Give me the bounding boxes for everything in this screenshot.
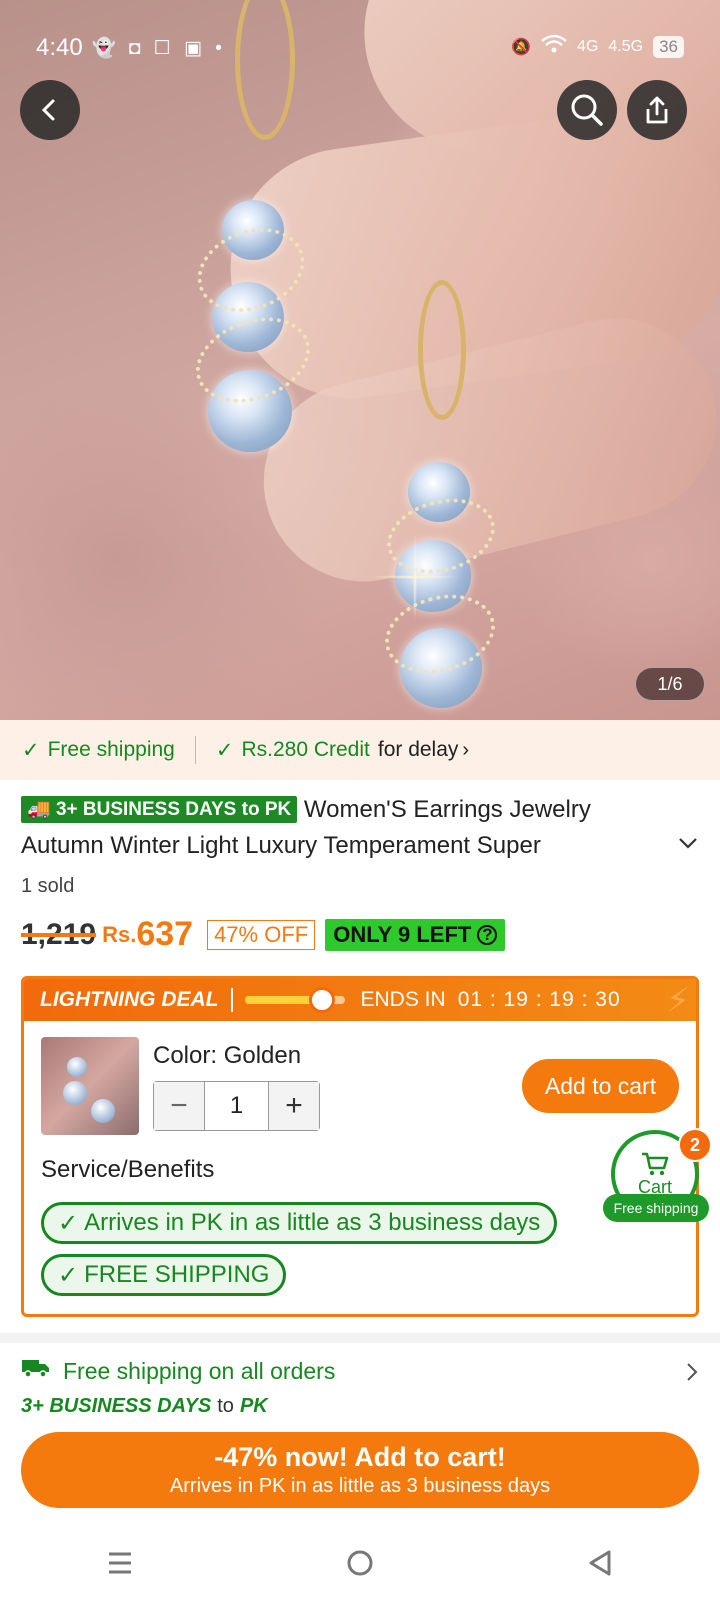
battery-icon: 36 <box>653 35 684 58</box>
status-bar: 4:40 👻 ◘ ☐ ▣ • 🔕 4G 4.5G 36 <box>0 0 720 90</box>
earring-hook <box>418 280 466 420</box>
signal-icon: 4G <box>577 37 599 55</box>
shipping-strip[interactable]: ✓ Free shipping ✓ Rs.280 Credit for dela… <box>0 720 720 780</box>
thumb-gem <box>91 1099 115 1123</box>
back-nav-icon[interactable] <box>587 1549 613 1582</box>
cart-icon <box>642 1152 669 1175</box>
section-divider <box>0 1333 720 1343</box>
chevron-right-icon[interactable] <box>686 1362 698 1387</box>
current-price: 637 <box>136 915 194 953</box>
search-icon <box>571 94 603 126</box>
free-shipping-label: Free shipping <box>47 738 175 761</box>
deal-header: LIGHTNING DEAL ENDS IN 01 : 19 : 19 : 30… <box>24 979 696 1021</box>
status-right: 🔕 4G 4.5G 36 <box>511 34 684 59</box>
countdown-timer: 01 : 19 : 19 : 30 <box>457 988 621 1011</box>
service-label: Service/Benefits <box>41 1156 215 1183</box>
status-time: 4:40 <box>36 34 83 61</box>
discount-badge: 47% OFF <box>207 919 316 950</box>
deal-progress-bar <box>244 987 345 1013</box>
deal-title: LIGHTNING DEAL <box>40 988 219 1011</box>
color-label: Color: Golden <box>153 1042 302 1069</box>
add-to-cart-button[interactable]: Add to cart <box>522 1059 679 1113</box>
recent-apps-icon[interactable] <box>107 1551 133 1580</box>
back-button[interactable] <box>20 80 80 140</box>
check-icon: ✓ <box>58 1209 79 1237</box>
share-icon <box>646 96 668 124</box>
increase-button[interactable]: + <box>269 1082 319 1130</box>
quantity-stepper: − 1 + <box>153 1081 320 1131</box>
variant-thumbnail[interactable] <box>41 1037 139 1135</box>
cta-main-text: -47% now! Add to cart! <box>214 1442 506 1472</box>
arrives-pill: ✓ Arrives in PK in as little as 3 busine… <box>41 1202 558 1244</box>
stock-badge[interactable]: ONLY 9 LEFT ? <box>325 918 506 951</box>
system-nav-bar <box>0 1530 720 1600</box>
decrease-button[interactable]: − <box>154 1082 204 1130</box>
original-price: 1,219 <box>21 917 97 951</box>
stock-text: ONLY 9 LEFT <box>333 921 472 947</box>
notification-icons: 👻 ◘ ☐ ▣ • <box>92 38 226 59</box>
price-row: 1,219 Rs. 637 47% OFF ONLY 9 LEFT ? <box>21 915 506 954</box>
title-line-1: Women'S Earrings Jewelry <box>303 796 591 823</box>
search-button[interactable] <box>557 80 617 140</box>
cta-sub-text: Arrives in PK in as little as 3 business… <box>169 1475 551 1497</box>
to-label: to <box>217 1395 234 1417</box>
shipping-info-row[interactable]: Free shipping on all orders <box>21 1357 335 1385</box>
divider <box>194 736 196 764</box>
thumb-gem <box>67 1057 87 1077</box>
expand-title-button[interactable] <box>678 836 698 855</box>
share-button[interactable] <box>627 80 687 140</box>
title-line-2: Autumn Winter Light Luxury Temperament S… <box>21 832 541 859</box>
chevron-down-icon <box>679 838 697 849</box>
wifi-icon <box>541 34 567 59</box>
arrives-text: Arrives in PK in as little as 3 business… <box>84 1209 541 1236</box>
check-icon: ✓ <box>58 1261 79 1289</box>
ends-in-label: ENDS IN <box>360 988 446 1011</box>
earring-spiral <box>376 582 504 686</box>
delivery-days: 3+ BUSINESS DAYS <box>21 1395 212 1417</box>
free-shipping-all-orders: Free shipping on all orders <box>63 1357 336 1384</box>
thumb-gem <box>63 1081 87 1105</box>
credit-suffix: for delay <box>377 738 459 761</box>
chevron-right-icon: › <box>462 738 470 761</box>
truck-icon <box>21 1357 51 1385</box>
lightning-icon: ⚡ <box>666 982 690 1020</box>
image-counter: 1/6 <box>635 667 705 701</box>
signal-icon-2: 4.5G <box>608 37 644 55</box>
divider <box>230 988 233 1012</box>
add-to-cart-cta[interactable]: -47% now! Add to cart! Arrives in PK in … <box>21 1432 699 1508</box>
chevron-left-icon <box>41 99 55 121</box>
credit-label: Rs.280 Credit <box>241 738 370 761</box>
free-shipping-pill: ✓ FREE SHIPPING <box>41 1254 287 1296</box>
delivery-days-line: 3+ BUSINESS DAYS to PK <box>21 1395 268 1418</box>
destination: PK <box>239 1395 268 1417</box>
sparkle <box>413 532 417 622</box>
home-icon[interactable] <box>346 1549 374 1582</box>
currency: Rs. <box>102 921 137 947</box>
cart-free-shipping-tag: Free shipping <box>603 1194 709 1222</box>
mute-icon: 🔕 <box>511 38 532 56</box>
delivery-days-text: 3+ BUSINESS DAYS to PK <box>55 799 292 820</box>
check-icon: ✓ <box>22 738 40 762</box>
help-icon: ? <box>477 924 498 945</box>
delivery-days-badge: 🚚 3+ BUSINESS DAYS to PK <box>21 796 298 823</box>
clock-icon <box>308 987 335 1013</box>
check-icon: ✓ <box>215 738 234 762</box>
product-title[interactable]: 🚚 3+ BUSINESS DAYS to PK Women'S Earring… <box>21 792 681 864</box>
cart-count-badge: 2 <box>678 1128 712 1162</box>
truck-icon: 🚚 <box>27 799 51 820</box>
free-shipping-text: FREE SHIPPING <box>84 1261 270 1288</box>
sold-count: 1 sold <box>21 875 75 897</box>
quantity-value[interactable]: 1 <box>204 1082 269 1130</box>
